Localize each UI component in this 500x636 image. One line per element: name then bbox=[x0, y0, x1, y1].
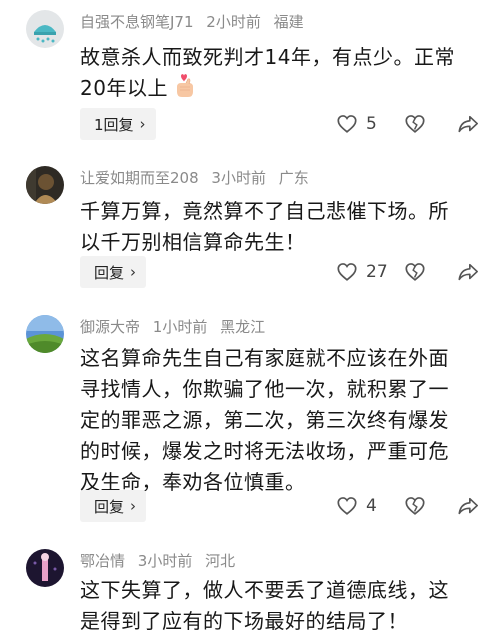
avatar[interactable] bbox=[26, 315, 64, 353]
location: 福建 bbox=[273, 13, 304, 31]
location: 广东 bbox=[278, 169, 309, 187]
like-icon[interactable] bbox=[336, 495, 358, 517]
share-icon[interactable] bbox=[456, 113, 480, 135]
avatar[interactable] bbox=[26, 166, 64, 204]
comment-line: 的时候，爆发之时将无法收场，严重可危 bbox=[80, 439, 449, 463]
comment-line: 这名算命先生自己有家庭就不应该在外面 bbox=[80, 346, 449, 370]
share-icon[interactable] bbox=[456, 495, 480, 517]
location: 河北 bbox=[205, 552, 236, 570]
broken-heart-icon[interactable] bbox=[404, 261, 426, 283]
like-count: 5 bbox=[366, 114, 377, 134]
comment-line: 20年以上 bbox=[80, 73, 480, 104]
comment-meta: 自强不息钢笔J71 2小时前 福建 bbox=[80, 13, 312, 31]
timestamp: 3小时前 bbox=[211, 169, 266, 187]
comment-line: 这下失算了，做人不要丢了道德底线，这 bbox=[80, 578, 449, 602]
comment-line: 定的罪恶之源，第二次，第三次终有爆发 bbox=[80, 408, 449, 432]
comment-actions: 5 bbox=[330, 108, 490, 140]
chevron-right-icon: › bbox=[130, 497, 137, 515]
like-count: 27 bbox=[366, 262, 388, 282]
like-icon[interactable] bbox=[336, 113, 358, 135]
finger-heart-emoji bbox=[176, 74, 193, 97]
comment-line: 故意杀人而致死判才14年，有点少。正常 bbox=[80, 45, 455, 69]
chevron-right-icon: › bbox=[130, 263, 137, 281]
reply-label: 1回复 bbox=[94, 115, 134, 134]
location: 黑龙江 bbox=[220, 318, 266, 336]
share-icon[interactable] bbox=[456, 261, 480, 283]
comment-line: 千算万算，竟然算不了自己悲催下场。所 bbox=[80, 199, 449, 223]
comment-meta: 鄂冶情 3小时前 河北 bbox=[80, 552, 243, 570]
comment-meta: 让爱如期而至208 3小时前 广东 bbox=[80, 169, 317, 187]
chevron-right-icon: › bbox=[139, 115, 146, 133]
username[interactable]: 鄂冶情 bbox=[80, 552, 125, 570]
timestamp: 3小时前 bbox=[137, 552, 193, 570]
broken-heart-icon[interactable] bbox=[404, 113, 426, 135]
comment-line: 以千万别相信算命先生！ bbox=[80, 230, 306, 254]
reply-label: 回复 bbox=[94, 263, 125, 282]
reply-button[interactable]: 1回复 › bbox=[80, 108, 156, 140]
timestamp: 2小时前 bbox=[206, 13, 261, 31]
reply-button[interactable]: 回复 › bbox=[80, 256, 147, 288]
comment-text: 这下失算了，做人不要丢了道德底线，这 是得到了应有的下场最好的结局了！ bbox=[80, 575, 480, 636]
username[interactable]: 御源大帝 bbox=[80, 318, 140, 336]
reply-label: 回复 bbox=[94, 497, 125, 516]
timestamp: 1小时前 bbox=[152, 318, 208, 336]
broken-heart-icon[interactable] bbox=[404, 495, 426, 517]
avatar[interactable] bbox=[26, 549, 64, 587]
avatar[interactable] bbox=[26, 10, 64, 48]
comment-text: 故意杀人而致死判才14年，有点少。正常 20年以上 bbox=[80, 42, 480, 104]
like-count: 4 bbox=[366, 496, 377, 516]
reply-button[interactable]: 回复 › bbox=[80, 490, 147, 522]
username[interactable]: 自强不息钢笔J71 bbox=[80, 13, 194, 31]
username[interactable]: 让爱如期而至208 bbox=[80, 169, 199, 187]
comment-text: 千算万算，竟然算不了自己悲催下场。所 以千万别相信算命先生！ bbox=[80, 196, 480, 258]
comment-meta: 御源大帝 1小时前 黑龙江 bbox=[80, 318, 273, 336]
comment-actions: 27 bbox=[330, 256, 490, 288]
comment-line: 是得到了应有的下场最好的结局了！ bbox=[80, 609, 408, 633]
like-icon[interactable] bbox=[336, 261, 358, 283]
comment-text: 这名算命先生自己有家庭就不应该在外面 寻找情人，你欺骗了他一次，就积累了一 定的… bbox=[80, 343, 480, 498]
comment-actions: 4 bbox=[330, 490, 490, 522]
comment-line: 寻找情人，你欺骗了他一次，就积累了一 bbox=[80, 377, 449, 401]
